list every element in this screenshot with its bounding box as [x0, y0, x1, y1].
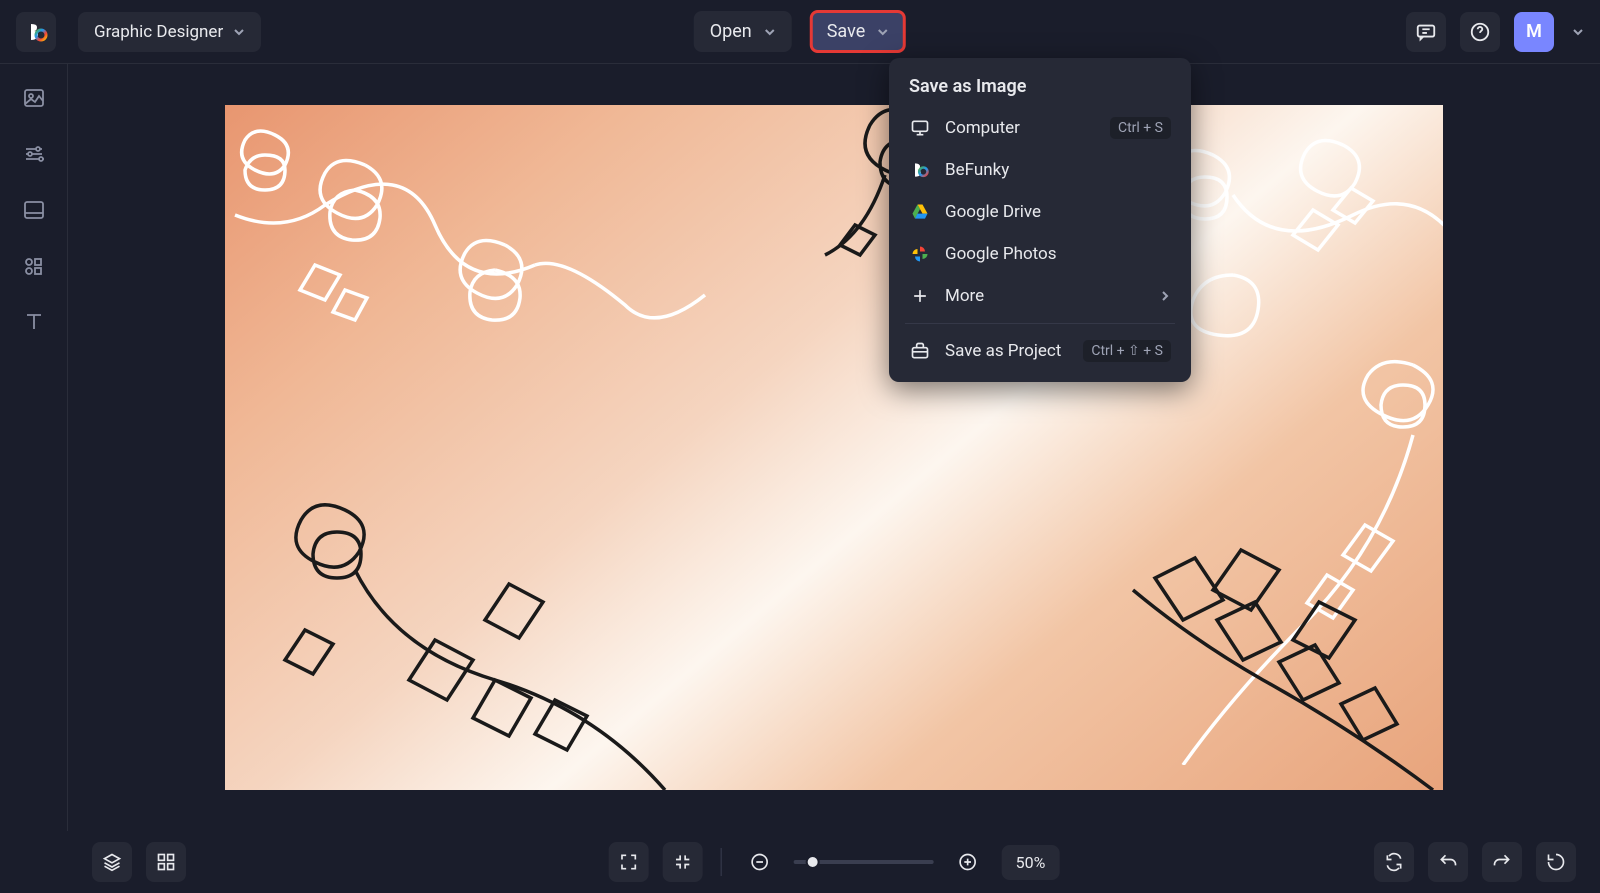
shortcut-label: Ctrl + S: [1110, 117, 1171, 139]
sidebar-image[interactable]: [20, 84, 48, 112]
plus-icon: [909, 285, 931, 307]
sync-icon: [1384, 852, 1404, 872]
fit-button[interactable]: [663, 842, 703, 882]
save-google-drive[interactable]: Google Drive: [899, 191, 1181, 233]
save-google-photos[interactable]: Google Photos: [899, 233, 1181, 275]
shapes-icon: [22, 254, 46, 278]
zoom-level[interactable]: 50%: [1002, 845, 1060, 880]
save-befunky[interactable]: BeFunky: [899, 149, 1181, 191]
comments-button[interactable]: [1406, 12, 1446, 52]
chevron-right-icon: [1159, 290, 1171, 302]
sliders-icon: [22, 142, 46, 166]
collapse-icon: [673, 852, 693, 872]
canvas[interactable]: [225, 105, 1443, 790]
menu-item-label: Google Drive: [945, 202, 1041, 222]
menu-divider: [905, 323, 1175, 324]
expand-icon: [619, 852, 639, 872]
zoom-slider-thumb[interactable]: [806, 855, 820, 869]
sidebar-adjust[interactable]: [20, 140, 48, 168]
avatar-initial: M: [1526, 21, 1542, 42]
sync-button[interactable]: [1374, 842, 1414, 882]
save-button[interactable]: Save: [810, 10, 907, 53]
menu-item-label: Google Photos: [945, 244, 1057, 264]
menu-item-label: BeFunky: [945, 160, 1009, 180]
separator: [721, 848, 722, 876]
avatar[interactable]: M: [1514, 12, 1554, 52]
grid-icon: [156, 852, 176, 872]
save-as-project[interactable]: Save as Project Ctrl + ⇧ + S: [899, 330, 1181, 372]
sidebar-layout[interactable]: [20, 196, 48, 224]
mode-label: Graphic Designer: [94, 22, 223, 42]
gdrive-icon: [909, 201, 931, 223]
dropdown-header: Save as Image: [899, 72, 1181, 107]
briefcase-icon: [909, 340, 931, 362]
grid-button[interactable]: [146, 842, 186, 882]
avatar-menu-chevron-icon[interactable]: [1572, 26, 1584, 38]
redo-button[interactable]: [1482, 842, 1522, 882]
menu-item-label: Computer: [945, 118, 1020, 138]
mode-selector[interactable]: Graphic Designer: [78, 12, 261, 52]
monitor-icon: [909, 117, 931, 139]
comment-icon: [1415, 21, 1437, 43]
menu-item-label: Save as Project: [945, 341, 1061, 361]
befunky-icon: [909, 159, 931, 181]
save-computer[interactable]: Computer Ctrl + S: [899, 107, 1181, 149]
zoom-slider[interactable]: [794, 860, 934, 864]
chevron-down-icon: [877, 26, 889, 38]
chevron-down-icon: [764, 26, 776, 38]
redo-icon: [1492, 852, 1512, 872]
undo-icon: [1438, 852, 1458, 872]
text-icon: [22, 310, 46, 334]
sidebar-text[interactable]: [20, 308, 48, 336]
canvas-area: [68, 64, 1600, 831]
undo-button[interactable]: [1428, 842, 1468, 882]
zoom-in-button[interactable]: [948, 842, 988, 882]
save-dropdown-menu: Save as Image Computer Ctrl + S BeFunky …: [889, 58, 1191, 382]
sidebar-graphics[interactable]: [20, 252, 48, 280]
menu-item-label: More: [945, 286, 984, 306]
reset-button[interactable]: [1536, 842, 1576, 882]
plus-circle-icon: [958, 852, 978, 872]
minus-icon: [750, 852, 770, 872]
fullscreen-button[interactable]: [609, 842, 649, 882]
app-logo[interactable]: [16, 12, 56, 52]
layout-icon: [22, 198, 46, 222]
help-button[interactable]: [1460, 12, 1500, 52]
layers-icon: [102, 852, 122, 872]
open-label: Open: [710, 21, 752, 42]
help-icon: [1469, 21, 1491, 43]
open-button[interactable]: Open: [694, 11, 792, 52]
chevron-down-icon: [233, 26, 245, 38]
gphotos-icon: [909, 243, 931, 265]
layers-button[interactable]: [92, 842, 132, 882]
image-icon: [22, 86, 46, 110]
reset-icon: [1546, 852, 1566, 872]
save-more[interactable]: More: [899, 275, 1181, 317]
zoom-out-button[interactable]: [740, 842, 780, 882]
save-label: Save: [827, 21, 866, 42]
shortcut-label: Ctrl + ⇧ + S: [1083, 340, 1171, 362]
